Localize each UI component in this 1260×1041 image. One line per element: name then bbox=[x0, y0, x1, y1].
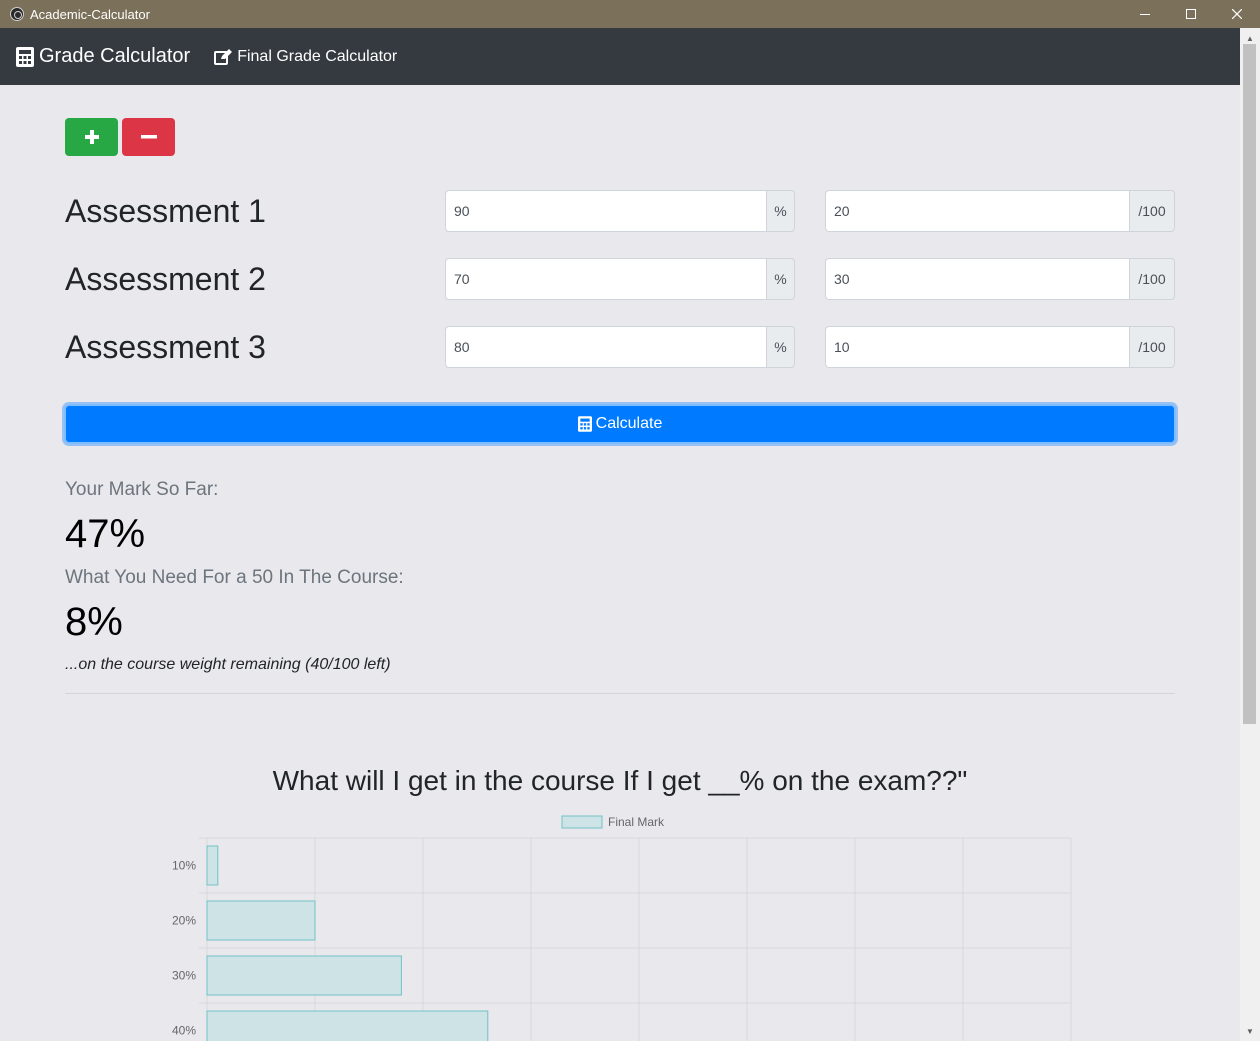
window-controls bbox=[1122, 0, 1260, 28]
close-button[interactable] bbox=[1214, 0, 1260, 28]
scrollbar-thumb[interactable] bbox=[1243, 44, 1256, 724]
main-content: Assessment 1 % /100 Assessment 2 % /100 … bbox=[0, 85, 1240, 1041]
bar bbox=[206, 900, 316, 941]
calculator-icon bbox=[16, 46, 34, 67]
window-titlebar: Academic-Calculator bbox=[0, 0, 1260, 28]
y-tick-label: 30% bbox=[172, 969, 196, 983]
edit-icon bbox=[214, 48, 233, 65]
bar bbox=[206, 845, 219, 886]
nav-brand-grade-calculator[interactable]: Grade Calculator bbox=[16, 45, 190, 68]
navbar: Grade Calculator Final Grade Calculator bbox=[0, 28, 1260, 85]
exam-chart: Final Mark 10% 20% 30% 40% bbox=[172, 815, 1072, 1041]
minimize-icon bbox=[1140, 14, 1150, 15]
minimize-button[interactable] bbox=[1122, 0, 1168, 28]
maximize-button[interactable] bbox=[1168, 0, 1214, 28]
y-tick-label: 20% bbox=[172, 914, 196, 928]
scroll-down-arrow-icon[interactable]: ▼ bbox=[1240, 1023, 1260, 1039]
bar bbox=[206, 955, 402, 996]
window-title: Academic-Calculator bbox=[30, 6, 150, 22]
legend-label: Final Mark bbox=[608, 815, 665, 829]
maximize-icon bbox=[1186, 9, 1196, 19]
y-tick-label: 40% bbox=[172, 1024, 196, 1038]
close-icon bbox=[1232, 9, 1242, 19]
nav-link-label: Final Grade Calculator bbox=[237, 47, 398, 65]
nav-brand-label: Grade Calculator bbox=[39, 45, 191, 67]
vertical-scrollbar[interactable]: ▲ ▼ bbox=[1240, 28, 1260, 1041]
bar bbox=[206, 1010, 489, 1041]
legend-swatch bbox=[561, 815, 603, 829]
app-icon bbox=[10, 7, 24, 21]
nav-link-final-grade-calculator[interactable]: Final Grade Calculator bbox=[214, 48, 397, 66]
y-tick-label: 10% bbox=[172, 859, 196, 873]
